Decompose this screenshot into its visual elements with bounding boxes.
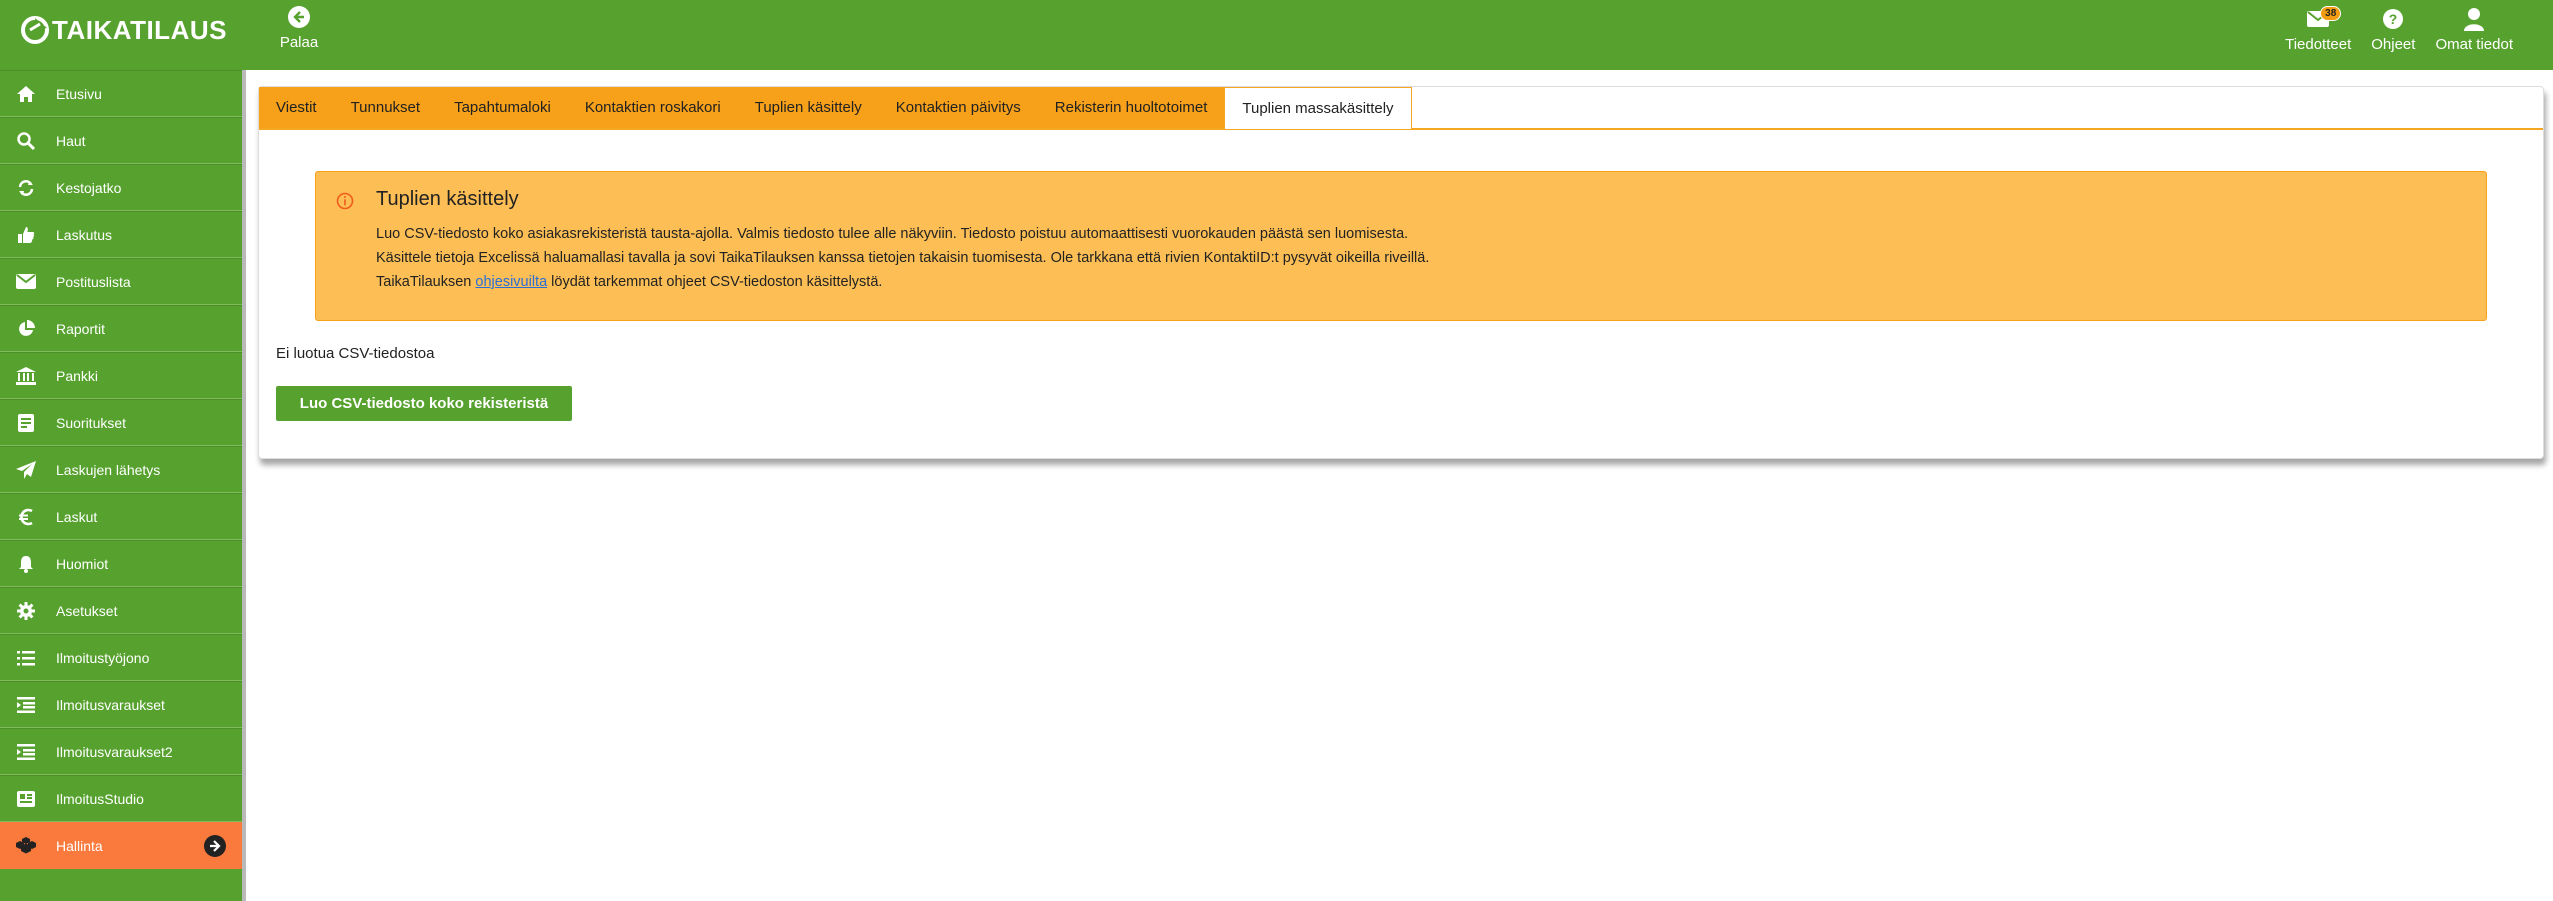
sidebar-item-asetukset[interactable]: Asetukset bbox=[0, 587, 242, 634]
no-files-text: Ei luotua CSV-tiedostoa bbox=[276, 345, 435, 362]
alert-line-1: Luo CSV-tiedosto koko asiakasrekisterist… bbox=[376, 226, 1409, 242]
sidebar-item-label: Raportit bbox=[56, 320, 106, 337]
sidebar-item-label: Kestojatko bbox=[56, 179, 122, 196]
alert-line-3: TaikaTilauksen ohjesivuilta löydät tarke… bbox=[376, 270, 1429, 294]
envelope-icon bbox=[2285, 6, 2351, 32]
gear-icon bbox=[14, 601, 38, 620]
sidebar-item-label: Suoritukset bbox=[56, 414, 127, 431]
sidebar-item-label: Laskutus bbox=[56, 226, 113, 243]
tab-kontaktien-paivitys[interactable]: Kontaktien päivitys bbox=[878, 87, 1038, 128]
tab-tuplien-massakasittely[interactable]: Tuplien massakäsittely bbox=[1224, 87, 1412, 129]
sidebar-item-pankki[interactable]: Pankki bbox=[0, 352, 242, 399]
sidebar-item-laskut[interactable]: Laskut bbox=[0, 493, 242, 540]
sidebar-item-ilmoitustyojono[interactable]: Ilmoitustyöjono bbox=[0, 634, 242, 681]
cubes-icon bbox=[14, 836, 38, 855]
profile-button[interactable]: Omat tiedot bbox=[2425, 6, 2523, 53]
indent-list-icon bbox=[14, 743, 38, 760]
sidebar-item-ilmoitusvaraukset[interactable]: Ilmoitusvaraukset bbox=[0, 681, 242, 728]
sidebar-item-label: Ilmoitusvaraukset2 bbox=[56, 743, 173, 760]
newspaper-icon bbox=[14, 790, 38, 807]
list-icon bbox=[14, 650, 38, 666]
sidebar-item-label: Asetukset bbox=[56, 602, 118, 619]
home-icon bbox=[14, 85, 38, 103]
sidebar-item-haut[interactable]: Haut bbox=[0, 117, 242, 164]
sidebar-item-label: Haut bbox=[56, 132, 86, 149]
notifications-button[interactable]: 38 Tiedotteet bbox=[2275, 6, 2361, 53]
pie-chart-icon bbox=[14, 319, 38, 338]
back-button[interactable]: Palaa bbox=[276, 6, 322, 58]
top-right-menu: 38 Tiedotteet ? Ohjeet Omat tiedot bbox=[2275, 6, 2523, 53]
paper-plane-icon bbox=[14, 460, 38, 479]
tab-tapahtumaloki[interactable]: Tapahtumaloki bbox=[437, 87, 568, 128]
tab-kontaktien-roskakori[interactable]: Kontaktien roskakori bbox=[567, 87, 738, 128]
sidebar-item-label: IlmoitusStudio bbox=[56, 790, 144, 807]
sidebar-item-label: Huomiot bbox=[56, 555, 109, 572]
sidebar-item-postituslista[interactable]: Postituslista bbox=[0, 258, 242, 305]
logo[interactable]: TAIKATILAUS bbox=[20, 12, 227, 48]
sidebar-item-label: Ilmoitusvaraukset bbox=[56, 696, 165, 713]
help-button[interactable]: ? Ohjeet bbox=[2361, 6, 2425, 53]
info-alert: Tuplien käsittely Luo CSV-tiedosto koko … bbox=[315, 171, 2487, 321]
refresh-icon bbox=[14, 179, 38, 197]
alert-title: Tuplien käsittely bbox=[376, 188, 519, 210]
alert-body: Luo CSV-tiedosto koko asiakasrekisterist… bbox=[376, 222, 1429, 294]
euro-icon bbox=[14, 508, 38, 526]
question-icon: ? bbox=[2371, 6, 2415, 32]
sidebar-item-huomiot[interactable]: Huomiot bbox=[0, 540, 242, 587]
main-panel: Viestit Tunnukset Tapahtumaloki Kontakti… bbox=[258, 86, 2544, 459]
sidebar-item-label: Etusivu bbox=[56, 85, 102, 102]
logo-icon bbox=[21, 16, 49, 44]
sidebar-item-label: Laskujen lähetys bbox=[56, 461, 161, 478]
logo-text: TAIKATILAUS bbox=[52, 14, 227, 45]
sidebar-item-hallinta[interactable]: Hallinta bbox=[0, 822, 242, 869]
info-circle-icon bbox=[336, 192, 354, 215]
help-pages-link[interactable]: ohjesivuilta bbox=[475, 274, 547, 290]
sidebar-item-label: Pankki bbox=[56, 367, 99, 384]
tab-viestit[interactable]: Viestit bbox=[259, 87, 334, 128]
tab-tunnukset[interactable]: Tunnukset bbox=[333, 87, 438, 128]
profile-label: Omat tiedot bbox=[2435, 36, 2513, 53]
sidebar-item-kestojatko[interactable]: Kestojatko bbox=[0, 164, 242, 211]
receipt-icon bbox=[14, 413, 38, 432]
alert-line-3-pre: TaikaTilauksen bbox=[376, 274, 476, 290]
indent-list-icon bbox=[14, 696, 38, 713]
sidebar-item-laskutus[interactable]: Laskutus bbox=[0, 211, 242, 258]
svg-text:?: ? bbox=[2389, 11, 2398, 27]
help-label: Ohjeet bbox=[2371, 36, 2416, 53]
sidebar-item-ilmoitusstudio[interactable]: IlmoitusStudio bbox=[0, 775, 242, 822]
thumbs-up-icon bbox=[14, 226, 38, 244]
tab-rekisterin-huoltotoimet[interactable]: Rekisterin huoltotoimet bbox=[1037, 87, 1225, 128]
tab-bar: Viestit Tunnukset Tapahtumaloki Kontakti… bbox=[259, 87, 2543, 130]
sidebar-item-label: Hallinta bbox=[56, 837, 103, 854]
alert-line-2: Käsittele tietoja Excelissä haluamallasi… bbox=[376, 250, 1430, 266]
sidebar-item-etusivu[interactable]: Etusivu bbox=[0, 70, 242, 117]
back-label: Palaa bbox=[279, 34, 319, 51]
sidebar-item-ilmoitusvaraukset2[interactable]: Ilmoitusvaraukset2 bbox=[0, 728, 242, 775]
alert-line-3-post: löydät tarkemmat ohjeet CSV-tiedoston kä… bbox=[547, 274, 883, 290]
envelope-icon bbox=[14, 274, 38, 289]
tab-tuplien-kasittely[interactable]: Tuplien käsittely bbox=[737, 87, 879, 128]
sidebar-item-label: Laskut bbox=[56, 508, 98, 525]
bell-icon bbox=[14, 555, 38, 573]
create-csv-button[interactable]: Luo CSV-tiedosto koko rekisteristä bbox=[276, 386, 572, 421]
sidebar-item-laskujen-lahetys[interactable]: Laskujen lähetys bbox=[0, 446, 242, 493]
notifications-label: Tiedotteet bbox=[2285, 36, 2352, 53]
sidebar: Etusivu Haut Kestojatko Laskutus Postitu… bbox=[0, 70, 246, 901]
notifications-badge: 38 bbox=[2320, 6, 2342, 21]
top-bar: TAIKATILAUS Palaa 38 Tiedotteet ? Ohjeet… bbox=[0, 0, 2553, 70]
arrow-left-icon bbox=[288, 6, 310, 28]
arrow-right-icon[interactable] bbox=[204, 835, 226, 857]
sidebar-item-raportit[interactable]: Raportit bbox=[0, 305, 242, 352]
bank-icon bbox=[14, 366, 38, 385]
search-icon bbox=[14, 131, 38, 150]
user-icon bbox=[2435, 6, 2513, 32]
sidebar-item-label: Postituslista bbox=[56, 273, 131, 290]
sidebar-item-suoritukset[interactable]: Suoritukset bbox=[0, 399, 242, 446]
sidebar-item-label: Ilmoitustyöjono bbox=[56, 649, 150, 666]
